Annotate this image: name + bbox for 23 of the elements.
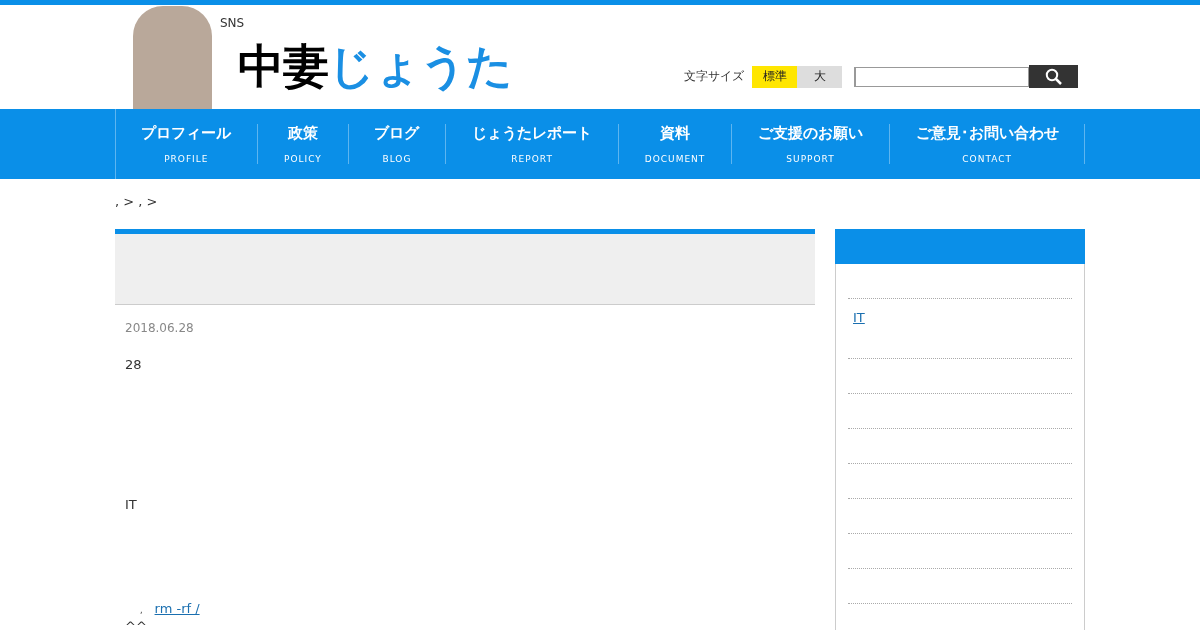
sidebar-link[interactable]: IT [853, 310, 865, 325]
breadcrumb: , > , > [115, 194, 159, 211]
font-size-button[interactable]: 標準 [752, 65, 797, 88]
nav-item[interactable]: プロフィール PROFILE [115, 124, 259, 164]
tagline: SNS [220, 16, 246, 30]
punctuation: , [140, 606, 143, 615]
nav-item[interactable]: ご支援のお願い SUPPORT [732, 124, 890, 164]
search-icon [1044, 67, 1063, 86]
font-size-label: 文字サイズ [684, 68, 744, 85]
text-link[interactable]: rm -rf / [154, 601, 200, 616]
search-button[interactable] [1029, 65, 1078, 88]
paragraph: ^^ [125, 619, 148, 630]
paragraph: 28 [125, 357, 143, 374]
nav-item[interactable]: じょうたレポート REPORT [446, 124, 619, 164]
nav-item[interactable]: ご意見･お問い合わせ CONTACT [889, 124, 1086, 164]
post-date: 2018.06.28 [125, 321, 195, 335]
nav-item[interactable]: ブログ BLOG [348, 124, 447, 164]
site-logo[interactable]: 中妻じょうた [238, 36, 512, 96]
nav-item[interactable]: 政策 POLICY [258, 124, 349, 164]
search-field[interactable] [854, 66, 1029, 87]
nav-item[interactable]: 資料 DOCUMENT [618, 124, 733, 164]
paragraph: IT [125, 497, 138, 514]
font-size-button[interactable]: 大 [797, 65, 842, 88]
